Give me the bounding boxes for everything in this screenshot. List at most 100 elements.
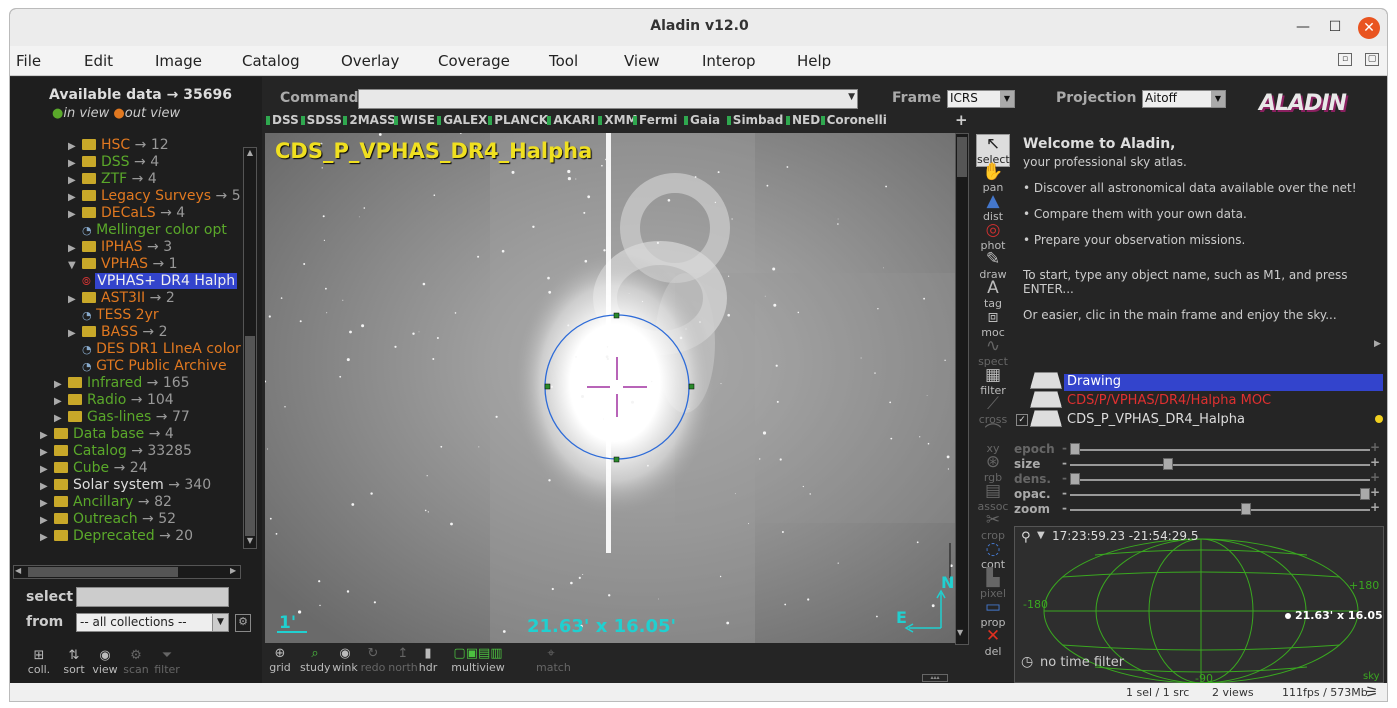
survey-simbad[interactable]: Simbad xyxy=(727,113,784,127)
slider-track[interactable] xyxy=(1070,509,1370,511)
left-tool-filter[interactable]: ⏷ filter xyxy=(152,648,182,676)
tree-hscroll-thumb[interactable] xyxy=(28,567,178,577)
plus-icon[interactable]: + xyxy=(1370,485,1380,499)
tool-pan[interactable]: ✋ pan xyxy=(976,163,1010,194)
tool-assoc[interactable]: ▤ assoc xyxy=(976,482,1010,513)
survey-fermi[interactable]: Fermi xyxy=(633,113,677,127)
view-vscrollbar[interactable]: ▼ xyxy=(955,133,969,645)
view-tool-study[interactable]: ⌕ study xyxy=(300,647,331,675)
slider-knob[interactable] xyxy=(1162,458,1173,470)
menu-tool[interactable]: Tool xyxy=(549,52,578,70)
menu-help[interactable]: Help xyxy=(797,52,831,70)
projection-select[interactable]: Aitoff ▼ xyxy=(1142,90,1226,108)
expand-icon[interactable]: ▶ xyxy=(40,481,54,492)
chevron-down-icon[interactable]: ▼ xyxy=(1037,530,1045,541)
tree-row[interactable]: ▶ IPHAS → 3 xyxy=(68,239,172,255)
tree-row[interactable]: ▶ Catalog → 33285 xyxy=(40,443,192,459)
tree-row[interactable]: ▶ Infrared → 165 xyxy=(54,375,190,391)
slider-epoch[interactable]: epoch - + xyxy=(1014,440,1380,456)
survey-wise[interactable]: WISE xyxy=(394,113,435,127)
tool-dist[interactable]: ▲ dist xyxy=(976,192,1010,223)
tool-tag[interactable]: Atag xyxy=(976,279,1010,310)
expand-icon[interactable]: ▶ xyxy=(68,209,82,220)
plane-label[interactable]: Drawing xyxy=(1067,374,1121,389)
scroll-down-icon[interactable]: ▼ xyxy=(245,536,255,548)
tree-row[interactable]: ▶ BASS → 2 xyxy=(68,324,168,340)
time-filter-label[interactable]: no time filter xyxy=(1040,655,1124,670)
view-vscroll-thumb[interactable] xyxy=(957,137,967,177)
chevron-down-icon[interactable]: ▼ xyxy=(848,92,855,102)
circle-handle[interactable] xyxy=(613,312,620,319)
circle-handle[interactable] xyxy=(544,383,551,390)
minus-icon[interactable]: - xyxy=(1062,441,1067,455)
tree-row[interactable]: ▶ Cube → 24 xyxy=(40,460,148,476)
fullscreen-icon[interactable]: ▢ xyxy=(1365,53,1379,66)
tree-row[interactable]: ▶ DECaLS → 4 xyxy=(68,205,185,221)
slider-knob[interactable] xyxy=(1070,443,1080,455)
welcome-next-icon[interactable]: ▶ xyxy=(1374,339,1381,349)
view-tool-wink[interactable]: ◉ wink xyxy=(330,647,360,675)
view-tool-hdr[interactable]: ▮ hdr xyxy=(413,647,443,675)
close-icon[interactable]: ✕ xyxy=(1358,17,1380,39)
tree-row[interactable]: ⦾ VPHAS+ DR4 Halph xyxy=(82,273,238,289)
menu-file[interactable]: File xyxy=(16,52,41,70)
circle-handle[interactable] xyxy=(688,383,695,390)
expand-icon[interactable]: ▶ xyxy=(68,243,82,254)
plus-icon[interactable]: + xyxy=(1370,500,1380,514)
tree-vscroll-thumb[interactable] xyxy=(245,336,255,536)
plane-label[interactable]: CDS_P_VPHAS_DR4_Halpha xyxy=(1067,412,1245,427)
tool-crop[interactable]: ✂ crop xyxy=(976,511,1010,542)
plus-icon[interactable]: + xyxy=(1370,440,1380,454)
expand-icon[interactable]: ▶ xyxy=(68,192,82,203)
restore-panel-icon[interactable]: ▫ xyxy=(1338,53,1352,66)
slider-track[interactable] xyxy=(1070,479,1370,481)
survey-planck[interactable]: PLANCK xyxy=(488,113,548,127)
scroll-right-icon[interactable]: ▶ xyxy=(230,566,236,575)
expand-icon[interactable]: ▶ xyxy=(40,532,54,543)
survey-ned[interactable]: NED xyxy=(786,113,820,127)
slider-dens[interactable]: dens. - + xyxy=(1014,470,1380,486)
tree-row[interactable]: ◔ DES DR1 LIneA color xyxy=(82,341,241,357)
expand-icon[interactable]: ▶ xyxy=(40,498,54,509)
expand-icon[interactable]: ▶ xyxy=(68,141,82,152)
minus-icon[interactable]: - xyxy=(1062,471,1067,485)
menu-image[interactable]: Image xyxy=(155,52,202,70)
tool-rgb[interactable]: ⊛ rgb xyxy=(976,453,1010,484)
survey-gaia[interactable]: Gaia xyxy=(684,113,720,127)
tree-row[interactable]: ▶ Ancillary → 82 xyxy=(40,494,172,510)
select-input[interactable] xyxy=(76,587,229,607)
slider-knob[interactable] xyxy=(1360,488,1370,500)
view-tool-grid[interactable]: ⊕ grid xyxy=(265,647,295,675)
menu-overlay[interactable]: Overlay xyxy=(341,52,399,70)
expand-icon[interactable]: ▶ xyxy=(68,158,82,169)
expand-icon[interactable]: ▶ xyxy=(40,430,54,441)
tool-spect[interactable]: ∿ spect xyxy=(976,337,1010,368)
collection-settings-icon[interactable]: ⚙ xyxy=(235,614,251,632)
survey-coronelli[interactable]: Coronelli xyxy=(821,113,887,127)
menu-edit[interactable]: Edit xyxy=(84,52,113,70)
menu-coverage[interactable]: Coverage xyxy=(438,52,510,70)
menu-catalog[interactable]: Catalog xyxy=(242,52,300,70)
slider-zoom[interactable]: zoom - + xyxy=(1014,500,1380,516)
plus-icon[interactable]: + xyxy=(1370,455,1380,469)
slider-track[interactable] xyxy=(1070,449,1370,451)
telescope-icon[interactable]: ⚞ xyxy=(1365,683,1378,701)
left-tool-view[interactable]: ◉ view xyxy=(90,648,120,676)
frame-select[interactable]: ICRS ▼ xyxy=(947,90,1015,108)
tool-draw[interactable]: ✎ draw xyxy=(976,250,1010,281)
plus-icon[interactable]: + xyxy=(1370,470,1380,484)
sky-view[interactable]: CDS_P_VPHAS_DR4_Halpha 1' 21.63' x 16.05… xyxy=(265,133,955,643)
collapse-icon[interactable]: ▼ xyxy=(68,260,82,271)
slider-opac[interactable]: opac. - + xyxy=(1014,485,1380,501)
tool-xy[interactable]: ⌒ xy xyxy=(976,424,1010,455)
tool-prop[interactable]: ▭ prop xyxy=(976,598,1010,629)
expand-icon[interactable]: ▶ xyxy=(54,379,68,390)
slider-knob[interactable] xyxy=(1070,473,1080,485)
tool-phot[interactable]: ◎ phot xyxy=(976,221,1010,252)
menu-interop[interactable]: Interop xyxy=(702,52,756,70)
tree-row[interactable]: ▶ Radio → 104 xyxy=(54,392,174,408)
slider-knob[interactable] xyxy=(1241,503,1252,515)
tree-row[interactable]: ◔ TESS 2yr xyxy=(82,307,159,323)
maximize-icon[interactable]: ☐ xyxy=(1324,17,1346,39)
minimize-icon[interactable]: — xyxy=(1292,17,1314,39)
